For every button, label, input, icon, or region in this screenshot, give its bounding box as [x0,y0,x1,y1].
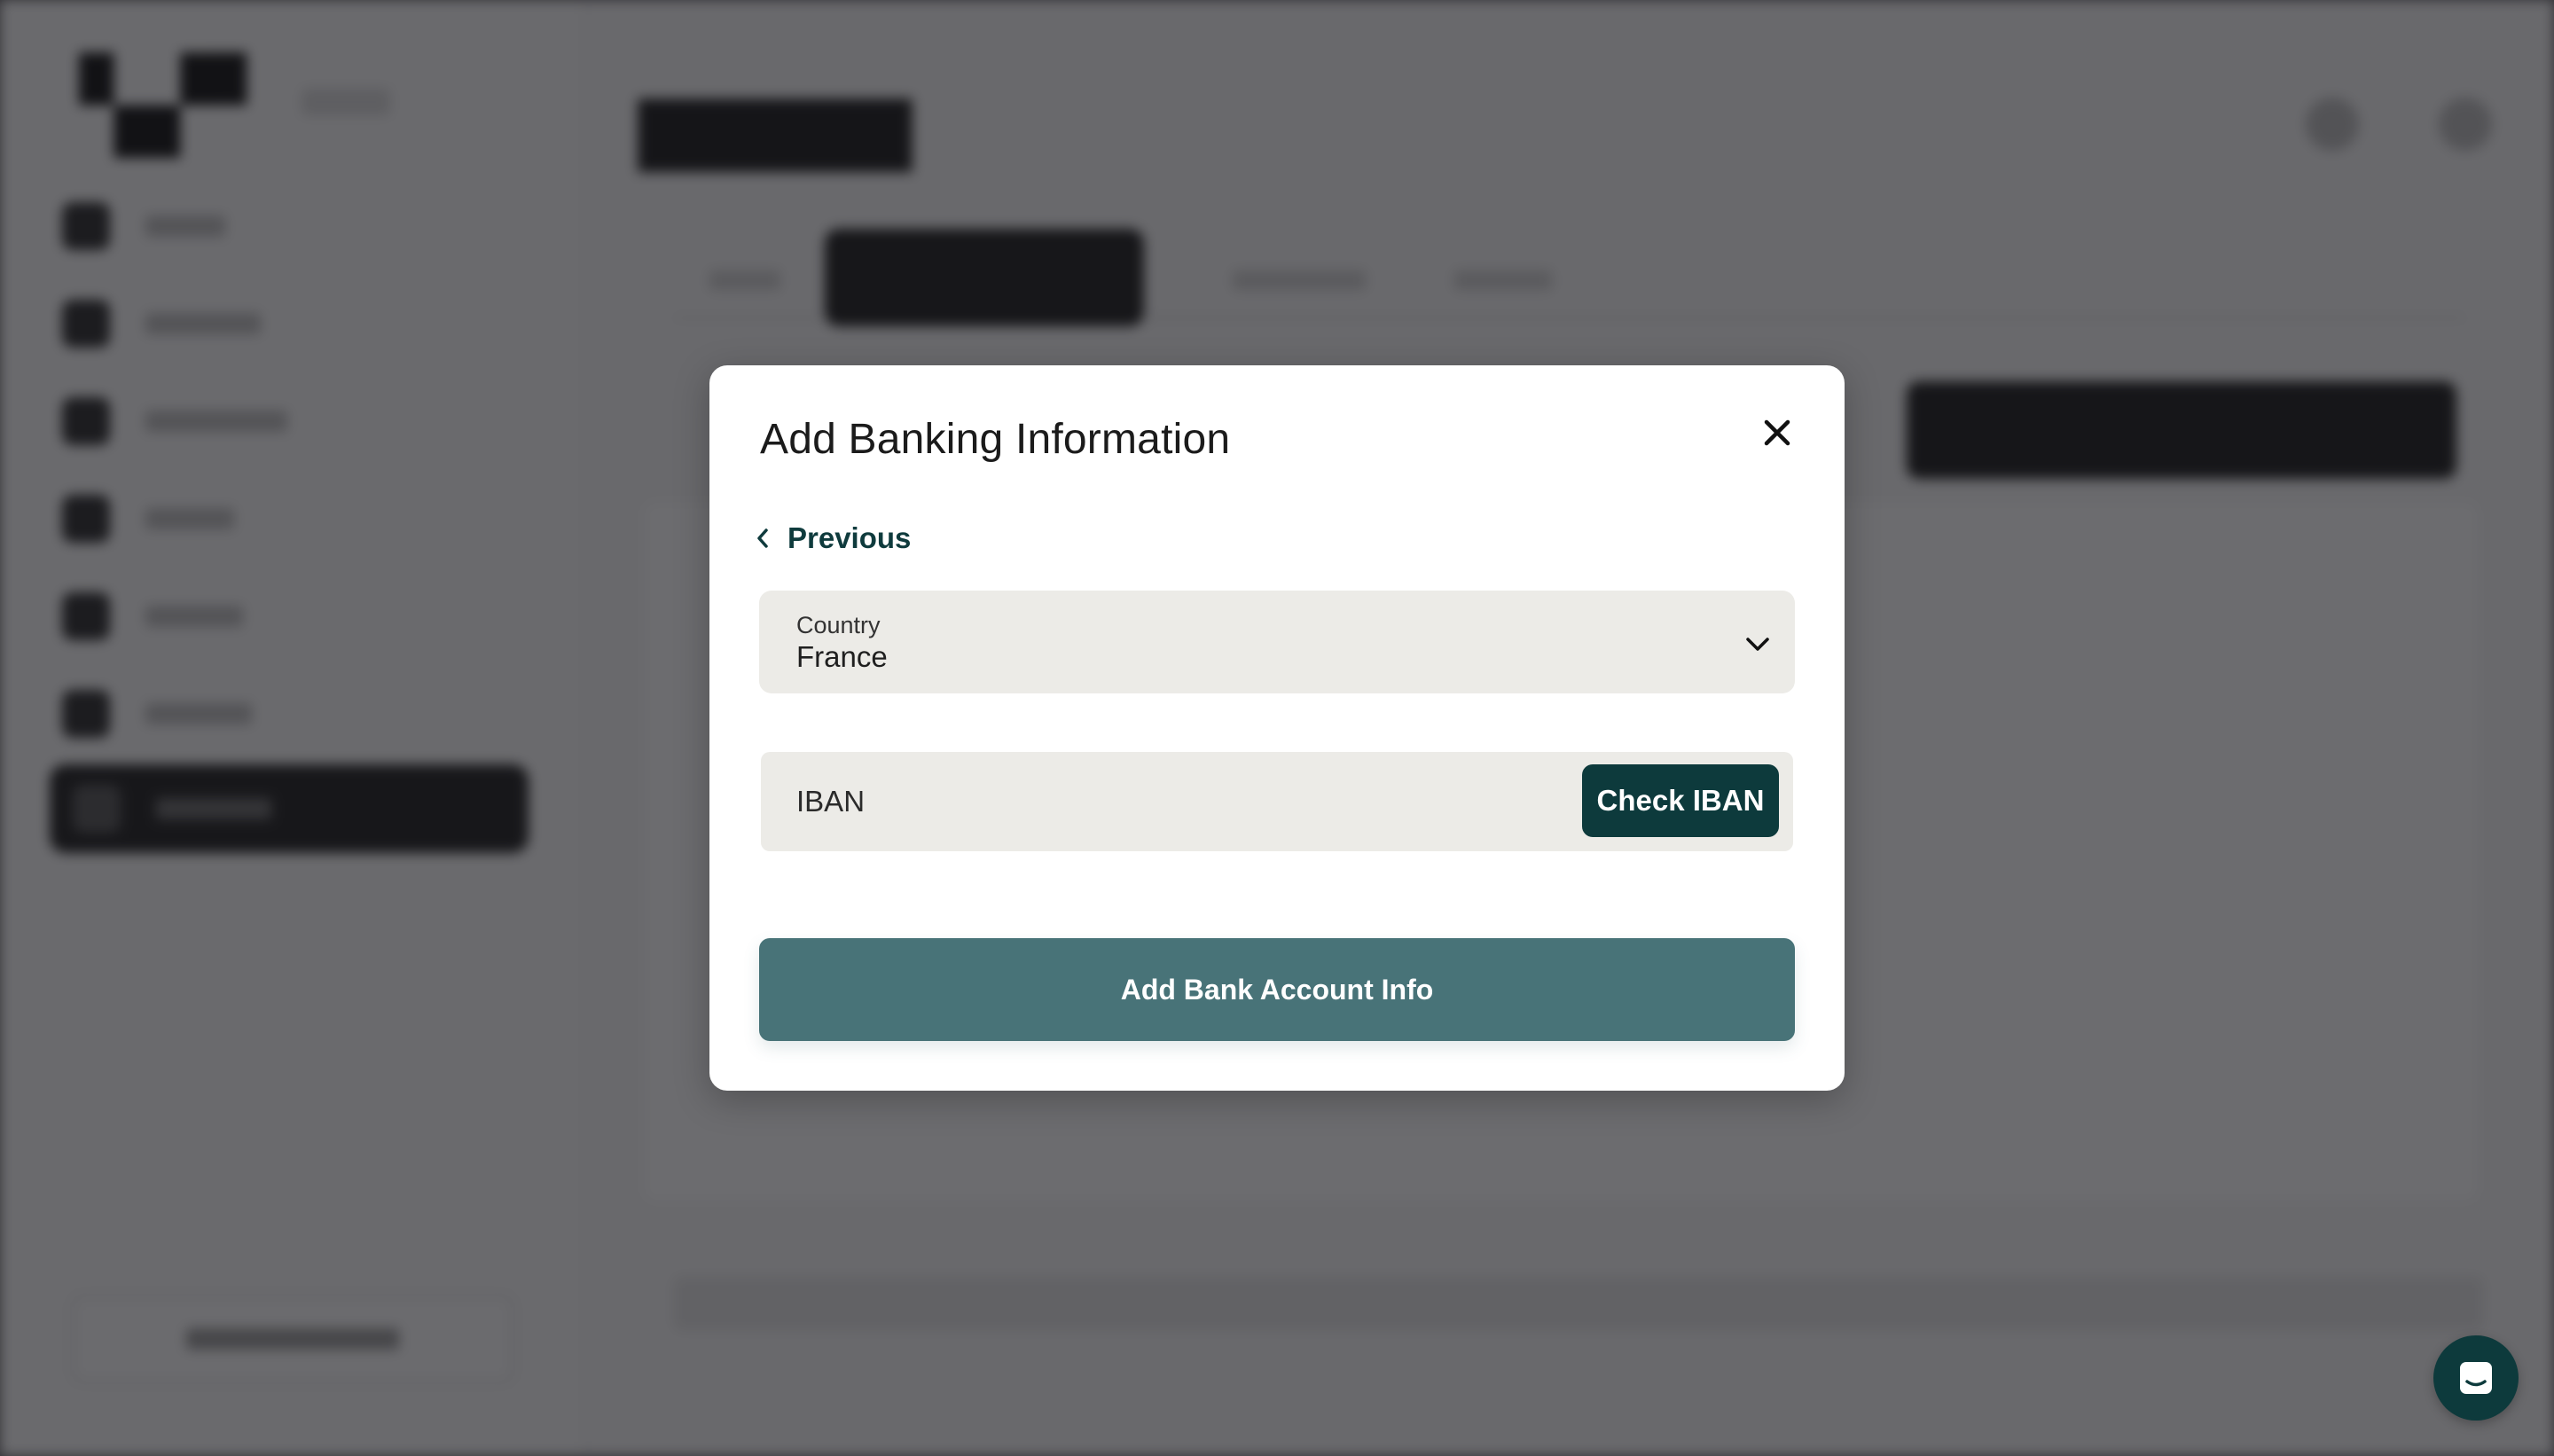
country-value: France [796,640,888,673]
iban-field: Check IBAN [761,752,1793,851]
banking-info-modal: Add Banking Information Previous Country… [709,365,1845,1091]
check-iban-button[interactable]: Check IBAN [1582,764,1779,837]
chevron-left-icon [757,528,768,548]
close-icon [1764,419,1790,446]
chat-launcher-button[interactable] [2433,1335,2519,1421]
chevron-down-icon [1746,638,1769,651]
close-button[interactable] [1756,411,1798,454]
add-bank-account-button[interactable]: Add Bank Account Info [759,938,1795,1041]
country-label: Country [796,612,881,638]
previous-link[interactable]: Previous [756,507,911,569]
chat-bubble-icon [2460,1362,2492,1394]
country-select[interactable]: Country France [759,591,1795,693]
iban-input[interactable] [761,752,1594,851]
modal-title: Add Banking Information [760,416,1231,463]
previous-label: Previous [787,521,912,554]
